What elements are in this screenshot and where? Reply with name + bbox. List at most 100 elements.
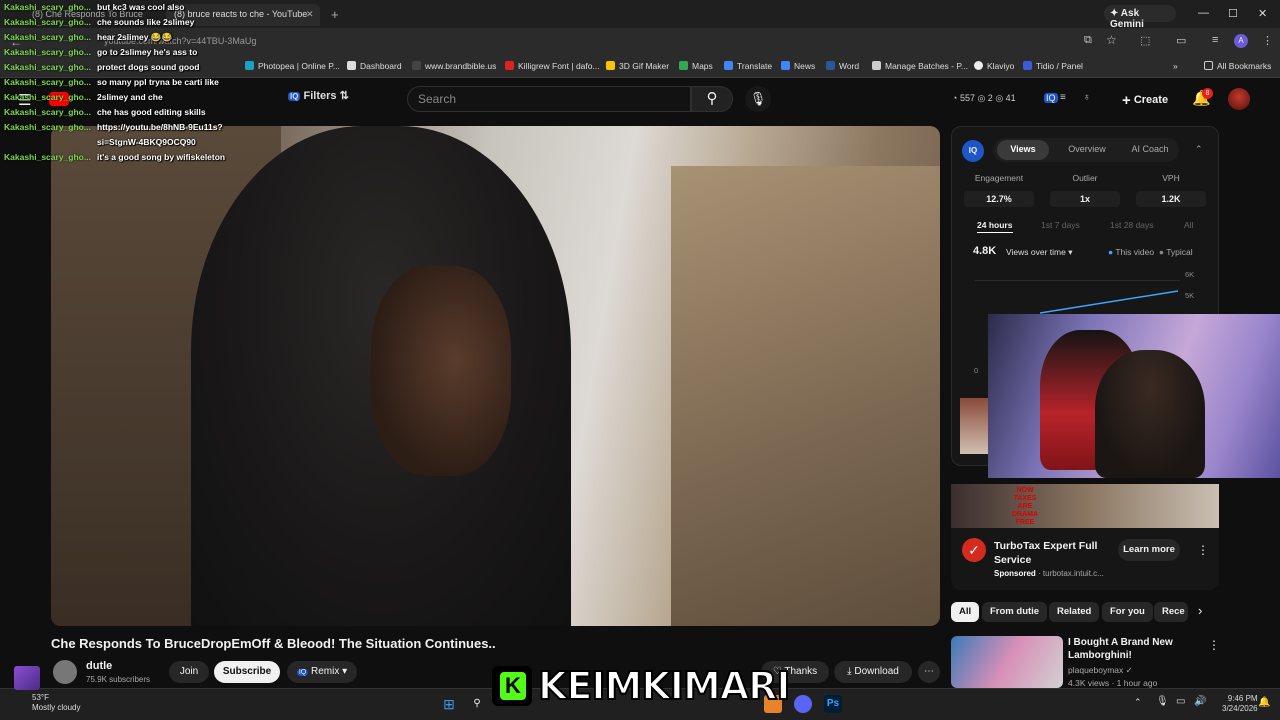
chat-text: go to 2slimey he's ass to: [97, 47, 198, 57]
maximize-icon[interactable]: ☐: [1228, 7, 1238, 20]
rec-channel[interactable]: plaqueboymax ✓: [1068, 665, 1133, 676]
plus-icon: +: [1122, 92, 1131, 109]
reading-list-icon[interactable]: ≡: [1212, 34, 1218, 46]
close-tab-icon[interactable]: ✕: [306, 9, 314, 20]
bookmark-maps[interactable]: Maps: [679, 61, 713, 71]
sidebar-icon[interactable]: ▭: [1176, 34, 1186, 47]
install-icon[interactable]: ⧉: [1084, 34, 1092, 47]
taskbar-discord-icon[interactable]: [794, 695, 812, 713]
chip-all[interactable]: All: [951, 602, 980, 622]
views-series-line: [1040, 290, 1179, 314]
menu-kebab-icon[interactable]: ⋮: [1262, 34, 1273, 47]
chat-text: but kc3 was cool also: [97, 2, 185, 12]
metric-label: Engagement: [974, 173, 1024, 183]
views-chart-line: [1040, 290, 1179, 314]
close-window-icon[interactable]: ✕: [1258, 7, 1267, 20]
new-tab-icon[interactable]: +: [331, 7, 339, 22]
user-avatar[interactable]: [1228, 88, 1250, 110]
tray-overflow-icon[interactable]: ⌃: [1134, 697, 1142, 708]
chat-message: Kakashi_scary_gho... but kc3 was cool als…: [4, 0, 254, 15]
chat-message: Kakashi_scary_gho... go to 2slimey he's a…: [4, 45, 254, 60]
bookmark-killigrew[interactable]: Killigrew Font | dafo...: [505, 61, 600, 71]
webcam-overlay: [988, 314, 1280, 478]
taskbar-photoshop-icon[interactable]: Ps: [824, 695, 842, 713]
subscribe-button[interactable]: Subscribe: [214, 661, 280, 683]
bulb-icon[interactable]: ♁: [1083, 92, 1091, 103]
bookmark-brandbible[interactable]: www.brandbible.us: [412, 61, 496, 71]
chat-username: Kakashi_scary_gho...: [4, 122, 91, 132]
collapse-icon[interactable]: ⌃: [1195, 144, 1203, 155]
filters-button[interactable]: IQ Filters ⇅: [288, 89, 349, 102]
more-actions-button[interactable]: ⋯: [918, 661, 940, 683]
related-thumbnail[interactable]: [960, 398, 990, 454]
learn-more-button[interactable]: Learn more: [1118, 539, 1180, 561]
download-button[interactable]: ⤓ Download: [834, 661, 912, 683]
chevron-right-icon[interactable]: ›: [1198, 603, 1202, 618]
voice-search-button[interactable]: 🎙: [745, 86, 771, 112]
bookmark-3d-gif[interactable]: 3D Gif Maker: [606, 61, 669, 71]
chip-for-you[interactable]: For you: [1102, 602, 1153, 622]
iq-toolbar-icon[interactable]: IQ: [1044, 93, 1058, 103]
volume-icon[interactable]: 🔊: [1194, 696, 1206, 707]
windows-start-icon[interactable]: ⊞: [440, 695, 458, 713]
profile-avatar[interactable]: A: [1234, 34, 1248, 48]
ad-title[interactable]: TurboTax Expert Full Service: [994, 539, 1104, 567]
channel-name[interactable]: dutle: [86, 660, 112, 672]
taskbar-clock[interactable]: 9:46 PM 3/24/2026: [1222, 694, 1258, 714]
iq-icon: IQ: [288, 92, 301, 101]
range-24-hours[interactable]: 24 hours: [977, 220, 1012, 230]
bookmark-news[interactable]: News: [781, 61, 815, 71]
remix-button[interactable]: IQ Remix ▾: [287, 661, 357, 683]
chip-related[interactable]: Related: [1049, 602, 1100, 622]
chat-username: Kakashi_scary_gho...: [4, 62, 91, 72]
chat-text: che sounds like 2slimey: [97, 17, 195, 27]
network-icon[interactable]: ▭: [1176, 696, 1185, 707]
rec-menu-icon[interactable]: ⋮: [1208, 638, 1220, 652]
bookmark-tidio[interactable]: Tidio / Panel: [1023, 61, 1083, 71]
bookmark-klaviyo[interactable]: Klaviyo: [974, 61, 1014, 71]
notification-center-icon[interactable]: 🔔: [1258, 697, 1270, 708]
chat-message: Kakashi_scary_gho... che has good editing…: [4, 105, 254, 120]
rec-title[interactable]: I Bought A Brand New Lamborghini!: [1068, 636, 1198, 662]
tab-views[interactable]: Views: [997, 144, 1049, 154]
video-player[interactable]: [51, 126, 940, 626]
search-input[interactable]: Search: [407, 86, 691, 112]
chat-username: Kakashi_scary_gho...: [4, 17, 91, 27]
list-icon[interactable]: ≡: [1060, 92, 1066, 103]
bookmark-dashboard[interactable]: Dashboard: [347, 61, 402, 71]
bookmark-word[interactable]: Word: [826, 61, 859, 71]
mic-tray-icon[interactable]: 🎙: [1156, 696, 1169, 707]
tab-overview[interactable]: Overview: [1060, 144, 1114, 154]
range-all[interactable]: All: [1184, 220, 1193, 230]
bookmark-photopea[interactable]: Photopea | Online P...: [245, 61, 340, 71]
chip-from-dutie[interactable]: From dutie: [982, 602, 1048, 622]
verified-icon: ✓: [1125, 665, 1133, 675]
bookmarks-overflow-icon[interactable]: »: [1173, 61, 1178, 71]
minimize-icon[interactable]: —: [1198, 7, 1209, 19]
tab-ai-coach[interactable]: AI Coach: [1122, 144, 1178, 154]
search-button[interactable]: ⚲: [691, 86, 733, 112]
views-over-time-dropdown[interactable]: Views over time ▾: [1006, 247, 1072, 258]
download-icon: ⤓: [847, 666, 852, 677]
ask-gemini-button[interactable]: ✦ Ask Gemini: [1104, 5, 1176, 30]
ad-banner-image[interactable]: [951, 484, 1219, 528]
bookmark-star-icon[interactable]: ☆: [1106, 33, 1117, 47]
chat-message: Kakashi_scary_gho... che sounds like 2sli…: [4, 15, 254, 30]
all-bookmarks[interactable]: All Bookmarks: [1204, 61, 1271, 71]
rec-thumbnail[interactable]: [951, 636, 1063, 688]
bookmark-translate[interactable]: Translate: [724, 61, 772, 71]
create-button[interactable]: + Create: [1122, 88, 1174, 110]
bookmark-manage-batches[interactable]: Manage Batches - P...: [872, 61, 968, 71]
ad-menu-icon[interactable]: ⋮: [1197, 543, 1209, 557]
extensions-icon[interactable]: ⬚: [1140, 34, 1150, 47]
weather-widget-icon[interactable]: [14, 666, 40, 690]
chat-message: Kakashi_scary_gho... protect dogs sound g…: [4, 60, 254, 75]
join-button[interactable]: Join: [169, 661, 209, 683]
weather-widget[interactable]: 53°F Mostly cloudy: [32, 693, 80, 713]
chat-message: Kakashi_scary_gho... hear 2slimey 😂😂: [4, 30, 254, 45]
channel-avatar[interactable]: [53, 660, 77, 684]
taskbar-search-icon[interactable]: ⚲: [468, 695, 486, 713]
range-28-days[interactable]: 1st 28 days: [1110, 220, 1153, 230]
chip-recent[interactable]: Rece: [1154, 602, 1188, 622]
range-7-days[interactable]: 1st 7 days: [1041, 220, 1080, 230]
